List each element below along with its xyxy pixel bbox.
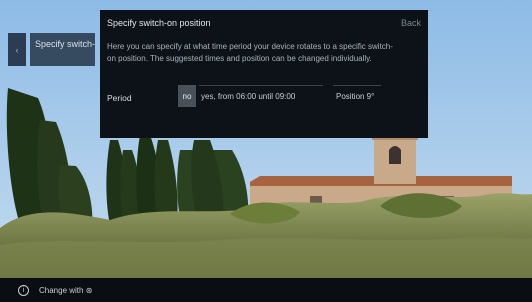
period-option-yes-time-range[interactable]: yes, from 06:00 until 09:00 (199, 85, 323, 107)
chevron-left-icon: ‹ (15, 44, 19, 55)
info-icon: i (18, 284, 29, 296)
menu-item-specify-switch-on[interactable]: Specify switch-on po (30, 33, 95, 66)
footer-hint-bar: i Change with ⊛ (0, 278, 532, 302)
tv-screen: ‹ Specify switch-on po Specify switch-on… (0, 0, 532, 302)
dialog-description: Here you can specify at what time period… (107, 42, 393, 63)
period-option-no[interactable]: no (178, 85, 196, 107)
period-label: Period (107, 93, 132, 103)
footer-hint-text: Change with ⊛ (39, 285, 93, 295)
position-option[interactable]: Position 9° (333, 85, 381, 107)
back-button[interactable]: Back (401, 18, 421, 28)
switch-on-position-dialog: Specify switch-on position Back Here you… (100, 10, 428, 138)
left-nav-back[interactable]: ‹ (8, 33, 26, 66)
dialog-title: Specify switch-on position (107, 18, 211, 28)
